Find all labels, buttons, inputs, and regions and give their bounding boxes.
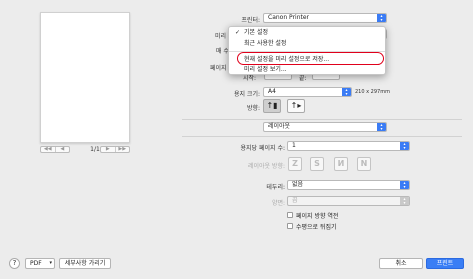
menu-item-last-used[interactable]: 최근 사용한 설정 (229, 39, 385, 48)
popup-arrows-icon: ▴▾ (400, 181, 409, 189)
preview-nav-left[interactable]: ◀◀ ◀ (40, 146, 70, 153)
printer-label: 프린터: (241, 17, 260, 24)
flip-horizontal-checkbox[interactable] (287, 223, 293, 229)
popup-arrows-icon: ▴▾ (400, 142, 409, 150)
pages-per-sheet-label: 용지당 페이지 수: (240, 145, 285, 152)
popup-arrows-icon: ▴▾ (400, 197, 409, 205)
layout-direction-n-button[interactable]: N (357, 157, 371, 171)
menu-item-default-settings[interactable]: ✓ 기본 설정 (229, 28, 385, 37)
cancel-label: 취소 (395, 260, 407, 267)
pdf-menu-button[interactable]: PDF ▾ (25, 258, 55, 269)
paper-size-label: 용지 크기: (233, 91, 260, 98)
print-preview-page (40, 12, 130, 143)
pdf-label: PDF (30, 260, 42, 267)
section-divider (182, 119, 462, 120)
menu-item-label: 최근 사용한 설정 (244, 40, 287, 47)
chevron-down-icon: ▾ (49, 260, 52, 266)
preview-nav-right[interactable]: ▶ ▶▶ (100, 146, 130, 153)
printer-value: Canon Printer (268, 14, 310, 21)
printer-popup[interactable]: Canon Printer ▴ ▾ (263, 13, 387, 23)
previous-page-icon[interactable]: ◀ (54, 147, 70, 152)
border-value: 없음 (292, 181, 304, 188)
hide-details-button[interactable]: 세부사항 가리기 (59, 258, 111, 269)
pages-per-sheet-value: 1 (292, 142, 296, 149)
layout-direction-label: 레이아웃 방향: (247, 163, 285, 170)
popup-arrows-icon: ▴▾ (342, 88, 351, 96)
layout-direction-reverse-n-button[interactable]: И (334, 157, 348, 171)
paper-dimensions: 210 x 297mm (355, 89, 390, 95)
presets-menu[interactable]: ✓ 기본 설정 최근 사용한 설정 현재 설정을 미리 설정으로 저장... 미… (228, 26, 386, 75)
flip-horizontal-label: 수평으로 뒤집기 (296, 224, 337, 231)
layout-reverse-n-icon: И (337, 159, 345, 168)
two-sided-popup[interactable]: 끔 ▴ ▾ (287, 196, 410, 206)
last-page-icon[interactable]: ▶▶ (114, 147, 130, 152)
layout-n-icon: N (360, 159, 368, 168)
section-value: 레이아웃 (268, 123, 291, 130)
print-button[interactable]: 프린트 (426, 258, 464, 269)
layout-s-icon: S (314, 159, 320, 168)
reverse-orientation-label: 페이지 방향 역전 (296, 213, 339, 220)
first-page-icon[interactable]: ◀◀ (41, 147, 55, 152)
two-sided-label: 양면: (271, 200, 285, 207)
layout-direction-z-button[interactable]: Z (288, 157, 302, 171)
portrait-orientation-button[interactable]: ↑▮ (263, 99, 281, 113)
print-label: 프린트 (436, 260, 454, 267)
portrait-icon: ↑▮ (266, 101, 278, 110)
border-label: 테두리: (266, 184, 285, 191)
popup-arrows-icon: ▴▾ (377, 14, 386, 22)
popup-arrows-icon: ▴▾ (377, 123, 386, 131)
help-button[interactable]: ? (9, 258, 20, 269)
hide-details-label: 세부사항 가리기 (64, 260, 106, 267)
reverse-orientation-checkbox[interactable] (287, 212, 293, 218)
menu-item-label: 미리 설정 보기... (244, 66, 287, 73)
question-icon: ? (12, 259, 17, 267)
menu-item-label: 기본 설정 (244, 29, 268, 36)
landscape-icon: ↑▸ (290, 101, 302, 110)
layout-z-icon: Z (292, 159, 298, 168)
pages-per-sheet-popup[interactable]: 1 ▴ ▾ (287, 141, 410, 151)
next-page-icon[interactable]: ▶ (101, 147, 115, 152)
section-popup[interactable]: 레이아웃 ▴ ▾ (263, 122, 387, 132)
cancel-button[interactable]: 취소 (379, 258, 423, 269)
landscape-orientation-button[interactable]: ↑▸ (287, 99, 305, 113)
orientation-label: 방향: (246, 105, 260, 112)
checkmark-icon: ✓ (235, 29, 241, 36)
layout-direction-s-button[interactable]: S (310, 157, 324, 171)
paper-size-value: A4 (268, 88, 276, 95)
two-sided-value: 끔 (292, 197, 298, 204)
paper-size-popup[interactable]: A4 ▴ ▾ (263, 87, 352, 97)
border-popup[interactable]: 없음 ▴ ▾ (287, 180, 410, 190)
menu-item-show-presets[interactable]: 미리 설정 보기... (229, 65, 385, 74)
section-divider (182, 136, 462, 137)
highlight-ring (237, 52, 384, 65)
